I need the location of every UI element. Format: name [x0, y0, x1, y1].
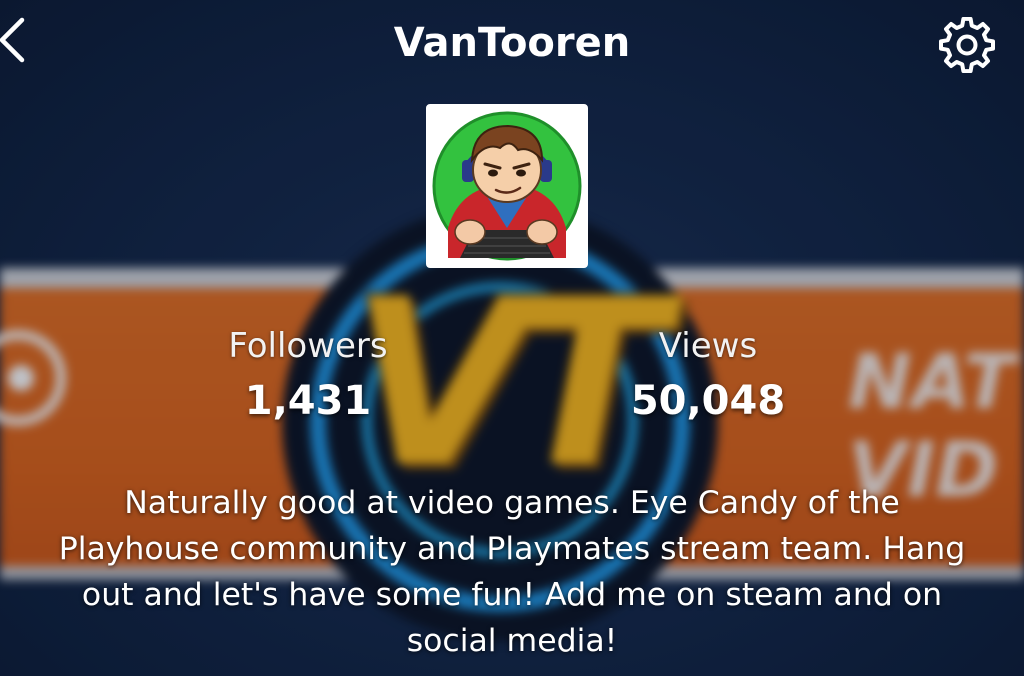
- back-button[interactable]: [0, 14, 40, 70]
- views-stat: Views 50,048: [588, 325, 828, 427]
- bio-line: Naturally good at video games. Eye Candy…: [124, 485, 900, 521]
- views-label: Views: [658, 326, 758, 366]
- channel-profile-screen: VT NAT VID VanTooren Followers 1,431 Vie…: [0, 0, 1024, 676]
- header-bar: VanTooren: [0, 0, 1024, 86]
- bio-line: Playhouse community and Playmates stream…: [58, 531, 966, 567]
- followers-count: 1,431: [244, 378, 372, 424]
- chevron-left-icon: [0, 17, 25, 63]
- page-title: VanTooren: [393, 20, 631, 66]
- bio-line: out and let's have some fun! Add me on s…: [81, 577, 943, 613]
- gear-icon: [939, 16, 995, 74]
- avatar-image: [430, 108, 584, 264]
- avatar[interactable]: [426, 104, 588, 268]
- settings-button[interactable]: [936, 16, 998, 74]
- followers-stat[interactable]: Followers 1,431: [188, 325, 428, 427]
- bio-line: social media!: [406, 623, 618, 659]
- followers-label: Followers: [228, 326, 388, 366]
- views-count: 50,048: [630, 378, 786, 424]
- channel-bio: Naturally good at video games. Eye Candy…: [0, 480, 1024, 664]
